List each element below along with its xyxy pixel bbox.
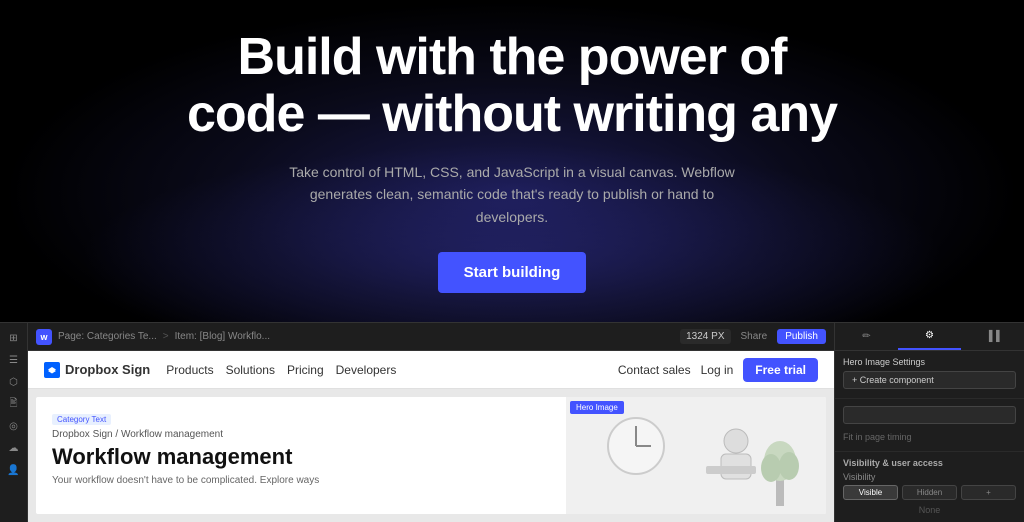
toolbar-share-button[interactable]: Share bbox=[737, 329, 772, 344]
canvas-breadcrumb: Dropbox Sign / Workflow management bbox=[52, 429, 550, 440]
right-panel-tabs: ✏ ⚙ ▐▐ bbox=[835, 323, 1024, 351]
nav-right: Contact sales Log in Free trial bbox=[618, 358, 818, 382]
sidebar-icon-3[interactable]: ⬡ bbox=[5, 373, 23, 391]
nav-free-trial-button[interactable]: Free trial bbox=[743, 358, 818, 382]
webflow-site-nav: Dropbox Sign Products Solutions Pricing … bbox=[28, 351, 834, 389]
toolbar-publish-button[interactable]: Publish bbox=[777, 329, 826, 344]
none-label: None bbox=[843, 503, 1016, 517]
dropbox-sign-logo: Dropbox Sign bbox=[44, 362, 150, 378]
nav-products[interactable]: Products bbox=[166, 363, 213, 377]
visibility-section: Visibility & user access Visibility Visi… bbox=[835, 452, 1024, 522]
fit-in-page-input[interactable] bbox=[843, 406, 1016, 424]
hero-image-settings-header: Hero Image Settings bbox=[843, 357, 1016, 367]
editor-section: ⊞ ☰ ⬡ 🖹 ◎ ☁ 👤 w Page: Categories Te... >… bbox=[0, 322, 1024, 522]
breadcrumb-2: Workflow management bbox=[121, 429, 223, 440]
category-badge: Category Text bbox=[52, 414, 111, 425]
toolbar-separator-1: > bbox=[163, 331, 169, 342]
toolbar-px-display: 1324 PX bbox=[680, 329, 730, 344]
canvas-right: Hero Image bbox=[566, 397, 826, 514]
rp-tab-settings[interactable]: ⚙ bbox=[898, 323, 961, 350]
toolbar-page-label: Page: Categories Te... bbox=[58, 331, 157, 342]
start-building-button[interactable]: Start building bbox=[438, 252, 587, 293]
webflow-logo: w bbox=[36, 329, 52, 345]
rp-tab-preview[interactable]: ▐▐ bbox=[961, 323, 1024, 350]
hero-section: Build with the power of code — without w… bbox=[0, 0, 1024, 322]
toolbar-item-label: Item: [Blog] Workflo... bbox=[175, 331, 270, 342]
sidebar-icon-4[interactable]: 🖹 bbox=[5, 395, 23, 413]
sidebar-icon-1[interactable]: ⊞ bbox=[5, 329, 23, 347]
visibility-sublabel: Visibility bbox=[843, 472, 1016, 482]
nav-pricing[interactable]: Pricing bbox=[287, 363, 324, 377]
canvas-left: Category Text Dropbox Sign / Workflow ma… bbox=[36, 397, 566, 514]
hero-subtitle: Take control of HTML, CSS, and JavaScrip… bbox=[282, 161, 742, 228]
canvas-desc: Your workflow doesn't have to be complic… bbox=[52, 474, 550, 488]
sidebar-icon-2[interactable]: ☰ bbox=[5, 351, 23, 369]
fit-in-page-label: Fit in page timing bbox=[843, 432, 912, 442]
visibility-header: Visibility & user access bbox=[843, 458, 1016, 468]
breadcrumb-1: Dropbox Sign bbox=[52, 429, 113, 440]
hero-image-settings-section: Hero Image Settings + Create component bbox=[835, 351, 1024, 399]
nav-contact-sales[interactable]: Contact sales bbox=[618, 363, 691, 377]
sidebar-icon-6[interactable]: ☁ bbox=[5, 439, 23, 457]
canvas-content: Category Text Dropbox Sign / Workflow ma… bbox=[36, 397, 826, 514]
nav-login-button[interactable]: Log in bbox=[701, 363, 734, 377]
rp-tab-edit[interactable]: ✏ bbox=[835, 323, 898, 350]
add-visibility-button[interactable]: + bbox=[961, 485, 1016, 500]
visibility-section-label: Visibility & user access bbox=[843, 458, 943, 468]
hero-image-badge: Hero Image bbox=[570, 401, 624, 414]
fit-in-page-section: Fit in page timing bbox=[835, 399, 1024, 452]
editor-right-panel: ✏ ⚙ ▐▐ Hero Image Settings + Create comp… bbox=[834, 323, 1024, 522]
nav-solutions[interactable]: Solutions bbox=[226, 363, 275, 377]
hero-title: Build with the power of code — without w… bbox=[187, 29, 837, 143]
hidden-button[interactable]: Hidden bbox=[902, 485, 957, 500]
create-component-button[interactable]: + Create component bbox=[843, 371, 1016, 389]
visibility-row: Visible Hidden + bbox=[843, 485, 1016, 500]
editor-main: w Page: Categories Te... > Item: [Blog] … bbox=[28, 323, 834, 522]
nav-links: Products Solutions Pricing Developers bbox=[166, 363, 602, 377]
dropbox-icon bbox=[44, 362, 60, 378]
nav-developers[interactable]: Developers bbox=[336, 363, 397, 377]
canvas-title: Workflow management bbox=[52, 444, 550, 470]
sidebar-icon-7[interactable]: 👤 bbox=[5, 461, 23, 479]
sidebar-icon-5[interactable]: ◎ bbox=[5, 417, 23, 435]
editor-toolbar: w Page: Categories Te... > Item: [Blog] … bbox=[28, 323, 834, 351]
hero-image-settings-label: Hero Image Settings bbox=[843, 357, 925, 367]
canvas-illustration bbox=[566, 397, 826, 514]
visible-button[interactable]: Visible bbox=[843, 485, 898, 500]
dropbox-sign-text: Dropbox Sign bbox=[65, 362, 150, 377]
canvas-area: Category Text Dropbox Sign / Workflow ma… bbox=[28, 389, 834, 522]
editor-left-sidebar: ⊞ ☰ ⬡ 🖹 ◎ ☁ 👤 bbox=[0, 323, 28, 522]
